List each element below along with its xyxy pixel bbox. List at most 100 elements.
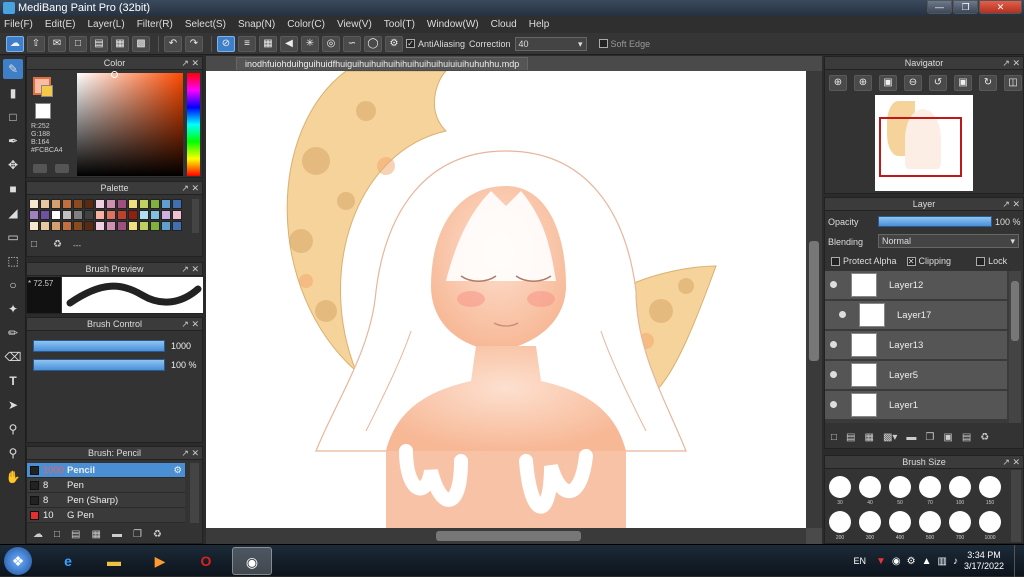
brush-size-button[interactable]	[979, 511, 1001, 533]
minimize-button[interactable]: —	[927, 0, 952, 14]
palette-swatch[interactable]	[29, 221, 39, 231]
palette-swatch[interactable]	[51, 221, 61, 231]
menu-color[interactable]: Color(C)	[287, 19, 325, 30]
redo-icon[interactable]: ↷	[185, 35, 203, 52]
delete-brush-icon[interactable]: ♻	[153, 529, 162, 540]
tray-app-icon[interactable]: ▼	[876, 556, 886, 567]
layer-row[interactable]: Layer12	[825, 271, 1007, 300]
new-brush-icon[interactable]: □	[54, 529, 60, 540]
brush-item-pencil[interactable]: 1000 Pencil ⚙	[27, 463, 185, 478]
language-indicator[interactable]: EN	[853, 556, 866, 566]
snap-off-icon[interactable]: ⊘	[217, 35, 235, 52]
canvas-vertical-scrollbar[interactable]	[806, 71, 822, 528]
palette-swatches[interactable]	[29, 199, 187, 233]
brush-item-g-pen[interactable]: 10 G Pen	[27, 508, 185, 523]
brush-size-button[interactable]	[859, 511, 881, 533]
brush-size-button[interactable]	[829, 476, 851, 498]
operation-tool-icon[interactable]: ➤	[3, 395, 23, 415]
file-explorer-icon[interactable]: ▬	[94, 547, 134, 575]
palette-swatch[interactable]	[95, 221, 105, 231]
opera-icon[interactable]: O	[186, 547, 226, 575]
palette-swatch[interactable]	[106, 210, 116, 220]
menu-filter[interactable]: Filter(R)	[137, 19, 173, 30]
palette-swatch[interactable]	[62, 210, 72, 220]
palette-swatch[interactable]	[29, 210, 39, 220]
menu-layer[interactable]: Layer(L)	[87, 19, 124, 30]
palette-swatch[interactable]	[40, 199, 50, 209]
magic-wand-icon[interactable]: ✦	[3, 299, 23, 319]
palette-swatch[interactable]	[161, 210, 171, 220]
palette-swatch[interactable]	[128, 210, 138, 220]
layer-folder-icon[interactable]: ▬	[906, 432, 916, 443]
blending-select[interactable]: Normal ▾	[878, 234, 1019, 248]
palette-swatch[interactable]	[73, 210, 83, 220]
menu-snap[interactable]: Snap(N)	[238, 19, 275, 30]
palette-swatch[interactable]	[29, 199, 39, 209]
brush-size-button[interactable]	[859, 476, 881, 498]
eyedropper-icon[interactable]: ⚲	[3, 419, 23, 439]
curve-snap-icon[interactable]: ∽	[343, 35, 361, 52]
palette-swatch[interactable]	[73, 199, 83, 209]
new-layer-icon[interactable]: □	[831, 432, 837, 443]
panel-close-icon[interactable]: ↗ ✕	[181, 318, 199, 331]
add-brush-icon[interactable]: ▤	[71, 529, 80, 540]
zoom-in-icon[interactable]: ⊕	[829, 75, 847, 91]
palette-swatch[interactable]	[51, 199, 61, 209]
eye-icon[interactable]	[830, 371, 837, 378]
rotate-left-icon[interactable]: ↺	[929, 75, 947, 91]
panel-close-icon[interactable]: ↗ ✕	[181, 182, 199, 195]
menu-cloud[interactable]: Cloud	[491, 19, 517, 30]
palette-swatch[interactable]	[62, 199, 72, 209]
tray-settings-icon[interactable]: ⚙	[907, 556, 916, 567]
menu-file[interactable]: File(F)	[4, 19, 33, 30]
palette-swatch[interactable]	[117, 221, 127, 231]
scroll-thumb[interactable]	[436, 531, 581, 541]
palette-swatch[interactable]	[172, 199, 182, 209]
pen-tool-icon[interactable]: ✒	[3, 131, 23, 151]
layer-row[interactable]: Layer1	[825, 391, 1007, 420]
palette-swatch[interactable]	[117, 210, 127, 220]
undo-icon[interactable]: ↶	[164, 35, 182, 52]
duplicate-brush-icon[interactable]: ❐	[133, 529, 142, 540]
palette-swatch[interactable]	[161, 221, 171, 231]
canvas-horizontal-scrollbar[interactable]	[206, 528, 806, 544]
medibang-taskbar-icon[interactable]: ◉	[232, 547, 272, 575]
palette-swatch[interactable]	[150, 221, 160, 231]
palette-swatch[interactable]	[106, 221, 116, 231]
drawing-canvas[interactable]	[206, 71, 806, 528]
palette-swatch[interactable]	[95, 210, 105, 220]
eye-icon[interactable]	[830, 281, 837, 288]
scroll-thumb[interactable]	[809, 241, 819, 361]
palette-scrollbar[interactable]	[192, 199, 199, 233]
rotate-right-icon[interactable]: ↻	[979, 75, 997, 91]
transparent-color-swatch[interactable]	[35, 103, 51, 119]
gear-icon[interactable]: ⚙	[173, 463, 182, 478]
brush-size-scrollbar[interactable]	[1011, 470, 1021, 542]
show-desktop-button[interactable]	[1014, 545, 1024, 577]
palette-swatch[interactable]	[62, 221, 72, 231]
internet-explorer-icon[interactable]: e	[48, 547, 88, 575]
start-button[interactable]: ❖	[4, 547, 32, 575]
layer-row[interactable]: Layer17	[825, 301, 1007, 330]
menu-help[interactable]: Help	[529, 19, 550, 30]
grid-icon[interactable]: ▩	[132, 35, 150, 52]
layer-opacity-slider[interactable]	[878, 216, 992, 227]
palette-swatch[interactable]	[117, 199, 127, 209]
palette-swatch[interactable]	[84, 199, 94, 209]
brush-list-scrollbar[interactable]	[190, 463, 199, 523]
hue-slider[interactable]	[187, 73, 200, 176]
layer-list-scrollbar[interactable]	[1009, 271, 1021, 423]
radial-snap-icon[interactable]: ✳	[301, 35, 319, 52]
select-eraser-icon[interactable]: ⌫	[3, 347, 23, 367]
menu-view[interactable]: View(V)	[337, 19, 372, 30]
menu-edit[interactable]: Edit(E)	[45, 19, 76, 30]
brush-size-button[interactable]	[889, 511, 911, 533]
panel-close-icon[interactable]: ↗ ✕	[1002, 57, 1020, 70]
cross-snap-icon[interactable]: ▦	[259, 35, 277, 52]
palette-delete-icon[interactable]: ♻	[53, 239, 62, 250]
brush-item-pen[interactable]: 8 Pen	[27, 478, 185, 493]
palette-swatch[interactable]	[128, 221, 138, 231]
palette-swatch[interactable]	[139, 210, 149, 220]
export-icon[interactable]: ▦	[111, 35, 129, 52]
panel-close-icon[interactable]: ↗ ✕	[181, 57, 199, 70]
